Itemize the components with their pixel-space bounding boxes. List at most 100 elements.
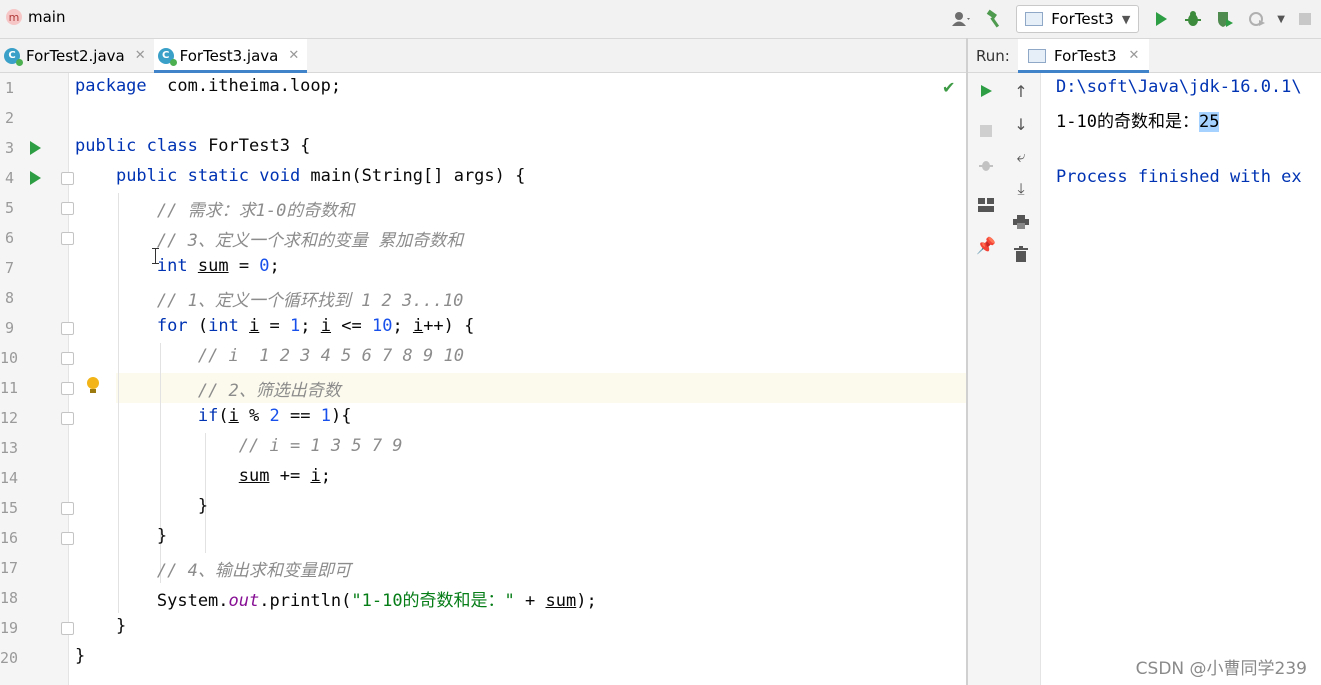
code-text: if(i % 2 == 1){	[75, 406, 352, 426]
run-gutter-icon[interactable]	[30, 171, 41, 185]
fold-marker-icon[interactable]	[61, 322, 74, 335]
code-line[interactable]: 16 }	[0, 523, 966, 553]
pin-icon[interactable]: 📌	[976, 235, 996, 255]
code-line[interactable]: 17 // 4、输出求和变量即可	[0, 553, 966, 583]
line-number: 13	[0, 439, 19, 457]
fold-marker-icon[interactable]	[61, 232, 74, 245]
run-toolbar: ↑ ↓ ⤶ ⤓ 📌	[968, 73, 1041, 685]
fold-marker-icon[interactable]	[61, 502, 74, 515]
console-output[interactable]: D:\soft\Java\jdk-16.0.1\ 1-10的奇数和是：25 Pr…	[1041, 73, 1321, 685]
code-line[interactable]: 19 }	[0, 613, 966, 643]
code-line[interactable]: 7 int sum = 0;	[0, 253, 966, 283]
code-line[interactable]: 9 for (int i = 1; i <= 10; i++) {	[0, 313, 966, 343]
fold-marker-icon[interactable]	[61, 382, 74, 395]
chevron-down-icon[interactable]: ▼	[1277, 14, 1285, 25]
code-token: ==	[279, 406, 321, 426]
close-icon[interactable]: ✕	[288, 48, 299, 63]
run-tab-label: ForTest3	[1054, 46, 1117, 65]
console-path-line: D:\soft\Java\jdk-16.0.1\	[1056, 77, 1302, 97]
trash-icon[interactable]	[1011, 244, 1031, 264]
code-token: ++) {	[423, 316, 475, 336]
code-line[interactable]: 10 // i 1 2 3 4 5 6 7 8 9 10	[0, 343, 966, 373]
stop-icon[interactable]	[976, 121, 996, 141]
line-number: 7	[4, 259, 14, 277]
scroll-to-end-icon[interactable]: ⤓	[1011, 179, 1031, 199]
project-selector[interactable]: m main	[6, 8, 65, 26]
text-cursor-icon	[152, 248, 159, 264]
code-token: // 3、定义一个求和的变量 累加奇数和	[156, 231, 464, 251]
code-token: for	[156, 316, 188, 336]
code-token: ){	[330, 406, 352, 426]
code-line[interactable]: 18 System.out.println("1-10的奇数和是：" + sum…	[0, 583, 966, 613]
code-line[interactable]: 6 // 3、定义一个求和的变量 累加奇数和	[0, 223, 966, 253]
build-hammer-icon[interactable]	[981, 6, 1007, 32]
fold-marker-icon[interactable]	[61, 622, 74, 635]
code-line[interactable]: 2	[0, 103, 966, 133]
debug-bug-icon[interactable]	[1180, 6, 1206, 32]
code-token: i	[249, 316, 260, 336]
code-token: sum	[197, 256, 229, 276]
code-token: 10	[371, 316, 393, 336]
code-line[interactable]: 5 // 需求：求1-0的奇数和	[0, 193, 966, 223]
code-text: // 2、筛选出奇数	[75, 376, 341, 401]
code-line[interactable]: 14 sum += i;	[0, 463, 966, 493]
chevron-down-icon: ▼	[1121, 12, 1131, 26]
code-text: }	[75, 616, 126, 636]
rerun-icon[interactable]	[976, 81, 996, 101]
code-line[interactable]: 1 package com.itheima.loop;	[0, 73, 966, 103]
code-token: =	[228, 256, 260, 276]
code-token: i	[320, 316, 332, 336]
line-number: 15	[0, 499, 19, 517]
code-line[interactable]: 11 // 2、筛选出奇数	[0, 373, 966, 403]
tab-label: ForTest2.java	[26, 46, 125, 65]
line-number: 6	[4, 229, 14, 247]
arrow-up-icon[interactable]: ↑	[1011, 81, 1031, 101]
code-token: +	[514, 591, 546, 611]
code-line[interactable]: 13 // i = 1 3 5 7 9	[0, 433, 966, 463]
code-token: +=	[269, 466, 311, 486]
layout-icon[interactable]	[976, 195, 996, 215]
line-number: 12	[0, 409, 19, 427]
fold-marker-icon[interactable]	[61, 532, 74, 545]
print-icon[interactable]	[1011, 212, 1031, 232]
fold-marker-icon[interactable]	[61, 172, 74, 185]
run-tab-fortest3[interactable]: ForTest3 ✕	[1018, 39, 1150, 73]
run-config-label: ForTest3	[1051, 10, 1114, 28]
code-line[interactable]: 8 // 1、定义一个循环找到 1 2 3...10	[0, 283, 966, 313]
run-icon[interactable]	[1148, 6, 1174, 32]
run-gutter-icon[interactable]	[30, 141, 41, 155]
debug-bug-icon[interactable]	[976, 155, 996, 175]
coverage-shield-icon[interactable]	[1212, 6, 1238, 32]
code-line[interactable]: 15 }	[0, 493, 966, 523]
tab-fortest2[interactable]: C ForTest2.java ✕	[0, 39, 154, 72]
arrow-down-icon[interactable]: ↓	[1011, 114, 1031, 134]
line-number: 5	[4, 199, 14, 217]
fold-marker-icon[interactable]	[61, 412, 74, 425]
close-icon[interactable]: ✕	[1129, 48, 1140, 63]
user-icon[interactable]	[949, 6, 975, 32]
code-line[interactable]: 12 if(i % 2 == 1){	[0, 403, 966, 433]
code-line[interactable]: 4 public static void main(String[] args)…	[0, 163, 966, 193]
fold-marker-icon[interactable]	[61, 202, 74, 215]
run-config-selector[interactable]: ForTest3 ▼	[1016, 5, 1140, 33]
code-token: ;	[300, 316, 321, 336]
tab-fortest3[interactable]: C ForTest3.java ✕	[153, 39, 308, 73]
code-token: ;	[392, 316, 413, 336]
code-text: // 3、定义一个求和的变量 累加奇数和	[75, 226, 463, 251]
code-line[interactable]: 20}	[0, 643, 966, 673]
tab-label: ForTest3.java	[179, 46, 279, 65]
code-text: // 需求：求1-0的奇数和	[75, 196, 354, 221]
code-token: }	[75, 496, 209, 516]
stop-icon[interactable]	[1292, 6, 1318, 32]
fold-marker-icon[interactable]	[61, 352, 74, 365]
code-editor[interactable]: 1 package com.itheima.loop; 2 3 public class…	[0, 73, 966, 685]
code-token: <=	[331, 316, 372, 336]
soft-wrap-icon[interactable]: ⤶	[1011, 147, 1031, 167]
close-icon[interactable]: ✕	[135, 48, 146, 63]
code-line[interactable]: 3 public class ForTest3 {	[0, 133, 966, 163]
profile-icon[interactable]	[1244, 6, 1270, 32]
line-number: 19	[0, 619, 19, 637]
line-number: 8	[4, 289, 14, 307]
